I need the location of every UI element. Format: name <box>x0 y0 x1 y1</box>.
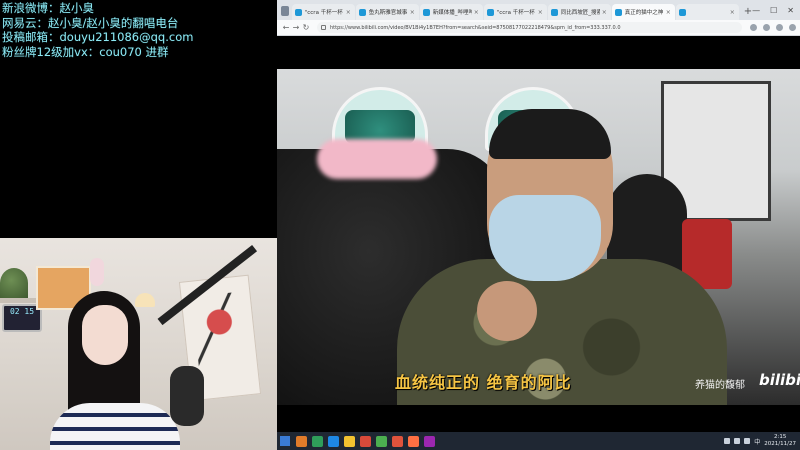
plant-decoration <box>0 268 28 298</box>
taskbar-app-icon[interactable] <box>392 435 403 447</box>
tab-close-icon[interactable]: × <box>474 9 480 16</box>
system-tray: 中 2:15 2021/11/27 <box>724 434 800 448</box>
forward-button[interactable]: → <box>291 23 301 32</box>
man-hair <box>489 109 611 159</box>
tab-favicon-icon <box>422 8 430 16</box>
netease-info: 网易云：赵小臭/赵小臭的翻唱电台 <box>2 15 179 30</box>
taskbar-app-icon[interactable] <box>360 435 371 447</box>
tab-close-icon[interactable]: × <box>730 9 736 16</box>
streamer-info-overlay: 新浪微博：赵小臭 网易云：赵小臭/赵小臭的翻唱电台 投稿邮箱：douyu2110… <box>2 1 274 59</box>
pink-items <box>317 139 437 179</box>
collections-icon[interactable] <box>763 24 770 31</box>
taskbar-app-icon[interactable] <box>408 435 419 447</box>
toolbar-icons <box>750 24 796 31</box>
browser-tab[interactable]: 新媒体播_哔哩哔哩× <box>419 4 483 20</box>
video-subtitle: 血统纯正的 绝育的阿比 <box>395 373 572 392</box>
streamer <box>50 283 180 450</box>
streamer-face <box>82 305 128 365</box>
new-tab-button[interactable]: + <box>744 6 752 17</box>
taskbar-app-icon[interactable] <box>312 435 323 447</box>
tab-favicon-icon <box>486 8 494 16</box>
browser-tab[interactable]: 真正的猫中之神！世界第一× <box>611 4 675 20</box>
weibo-info: 新浪微博：赵小臭 <box>2 1 94 15</box>
man-hand-mic <box>477 281 537 341</box>
taskbar-apps <box>296 435 440 447</box>
tab-title: 新媒体播_哔哩哔哩 <box>432 10 472 16</box>
favorites-icon[interactable] <box>750 24 757 31</box>
taskbar: 中 2:15 2021/11/27 <box>277 432 800 450</box>
address-bar: ← → ↻ https://www.bilibili.com/video/BV1… <box>277 20 800 36</box>
streamer-sweater <box>50 403 180 450</box>
maximize-button[interactable]: ☐ <box>770 6 777 15</box>
url-field[interactable]: https://www.bilibili.com/video/BV1Bi4y1B… <box>317 22 742 33</box>
minimize-button[interactable]: — <box>752 6 760 15</box>
browser-menu-icon[interactable] <box>281 6 289 16</box>
taskbar-clock[interactable]: 2:15 2021/11/27 <box>764 434 796 448</box>
profile-icon[interactable] <box>776 24 783 31</box>
tab-close-icon[interactable]: × <box>346 9 352 16</box>
tab-close-icon[interactable]: × <box>538 9 544 16</box>
webcam-feed: 02 15 <box>0 238 277 450</box>
browser-tab[interactable]: 鱼丸斯雅官城事 × <box>355 4 419 20</box>
video-letterbox <box>277 36 800 69</box>
taskbar-app-icon[interactable] <box>376 435 387 447</box>
close-window-button[interactable]: ✕ <box>787 6 794 15</box>
tab-close-icon[interactable]: × <box>602 9 608 16</box>
browser-capture: "ccra 千杯一杯 — 哔哩哔哩×鱼丸斯雅官城事×新媒体播_哔哩哔哩×"ccr… <box>277 0 800 450</box>
tab-favicon-icon <box>614 8 622 16</box>
microphone <box>170 366 204 426</box>
submission-email: 投稿邮箱：douyu211086@qq.com <box>2 30 194 44</box>
tray-volume-icon[interactable] <box>734 438 741 444</box>
refresh-button[interactable]: ↻ <box>301 23 311 32</box>
tab-title: "ccra 千杯一杯 — 哔哩 <box>496 10 536 16</box>
tab-bar: "ccra 千杯一杯 — 哔哩哔哩×鱼丸斯雅官城事×新媒体播_哔哩哔哩×"ccr… <box>277 0 800 20</box>
browser-tab[interactable]: × <box>675 4 739 20</box>
browser-tab[interactable]: "ccra 千杯一杯 — 哔哩哔哩× <box>291 4 355 20</box>
tab-favicon-icon <box>294 8 302 16</box>
url-text[interactable]: https://www.bilibili.com/video/BV1Bi4y1B… <box>330 25 621 31</box>
tab-favicon-icon <box>678 8 686 16</box>
tabs-container: "ccra 千杯一杯 — 哔哩哔哩×鱼丸斯雅官城事×新媒体播_哔哩哔哩×"ccr… <box>291 4 740 20</box>
bunny-ornament <box>90 258 104 286</box>
ime-indicator[interactable]: 中 <box>754 437 760 446</box>
taskbar-date: 2021/11/27 <box>764 441 796 447</box>
video-player[interactable]: 血统纯正的 绝育的阿比 养猫的馥郁 bilibili <box>277 69 800 405</box>
start-button-icon[interactable] <box>280 436 290 446</box>
tray-battery-icon[interactable] <box>744 438 751 444</box>
fanclub-info: 粉丝牌12级加vx：cou070 进群 <box>2 44 169 59</box>
tab-title: "ccra 千杯一杯 — 哔哩哔哩 <box>304 10 344 16</box>
more-icon[interactable] <box>789 24 796 31</box>
window-controls: — ☐ ✕ <box>752 6 800 20</box>
tab-favicon-icon <box>358 8 366 16</box>
taskbar-app-icon[interactable] <box>328 435 339 447</box>
tab-close-icon[interactable]: × <box>410 9 416 16</box>
taskbar-app-icon[interactable] <box>424 435 435 447</box>
tab-title: 鱼丸斯雅官城事 <box>368 10 408 16</box>
taskbar-app-icon[interactable] <box>344 435 355 447</box>
tray-network-icon[interactable] <box>724 438 731 444</box>
tab-title: 真正的猫中之神！世界第一 <box>624 10 664 16</box>
taskbar-time: 2:15 <box>773 434 787 440</box>
face-mask <box>489 195 601 281</box>
back-button[interactable]: ← <box>281 23 291 32</box>
browser-tab[interactable]: "ccra 千杯一杯 — 哔哩× <box>483 4 547 20</box>
tab-title: 同比西坡匠_搜索结果_哔哩哔哩 <box>560 10 600 16</box>
tab-favicon-icon <box>550 8 558 16</box>
uploader-watermark: 养猫的馥郁 <box>695 380 745 391</box>
browser-tab[interactable]: 同比西坡匠_搜索结果_哔哩哔哩× <box>547 4 611 20</box>
taskbar-app-icon[interactable] <box>296 435 307 447</box>
desk-clock-display: 02 15 <box>9 307 35 316</box>
tab-close-icon[interactable]: × <box>666 9 672 16</box>
bilibili-logo: bilibili <box>759 371 800 389</box>
lock-icon <box>321 25 326 30</box>
